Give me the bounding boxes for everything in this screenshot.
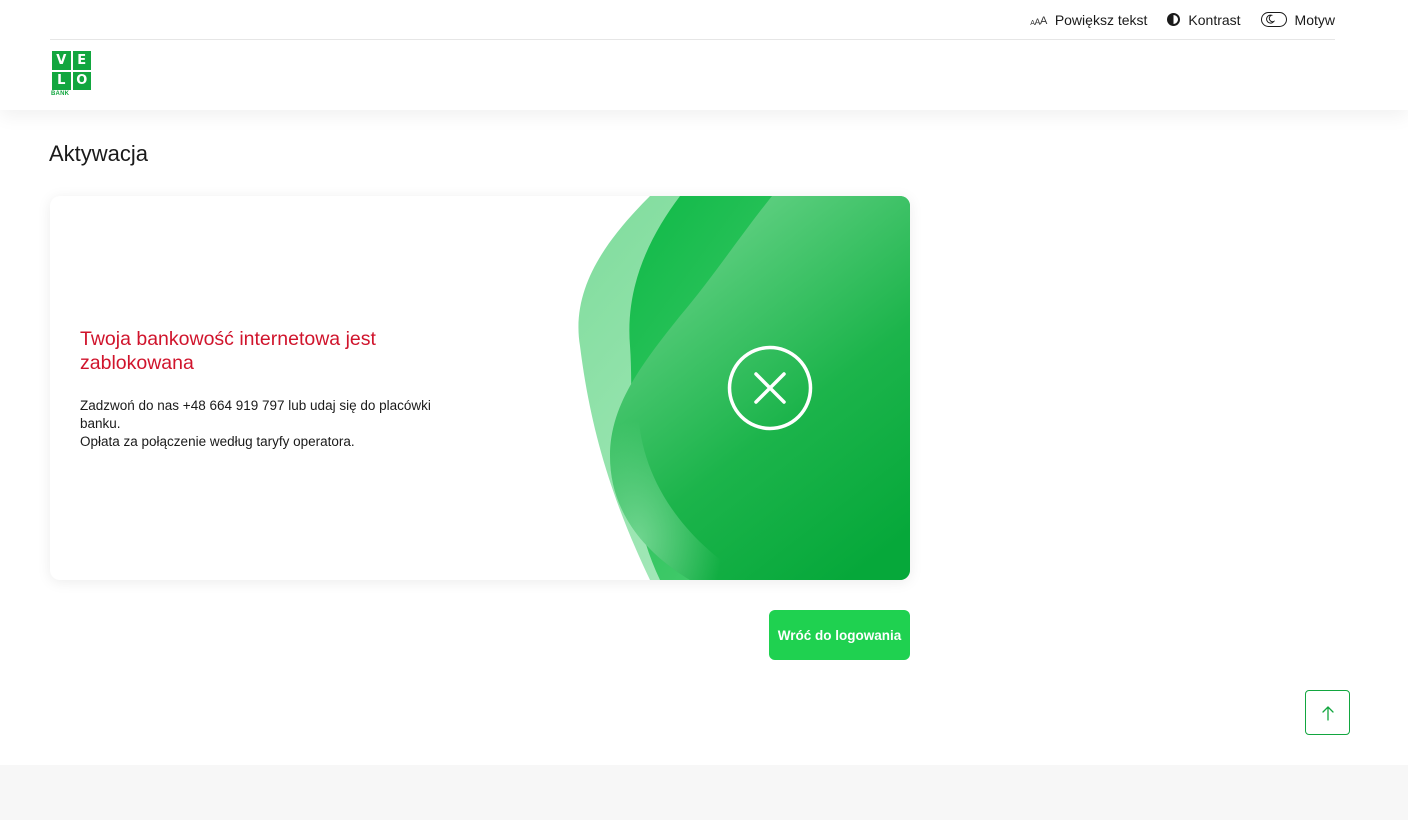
- logo-letter: O: [72, 71, 91, 90]
- enlarge-text-label: Powiększ tekst: [1054, 11, 1148, 28]
- blocked-description: Zadzwoń do nas +48 664 919 797 lub udaj …: [80, 397, 460, 451]
- contact-instructions: Zadzwoń do nas +48 664 919 797 lub udaj …: [80, 398, 431, 431]
- back-to-login-button[interactable]: Wróć do logowania: [769, 610, 910, 660]
- page-footer: [0, 765, 1408, 820]
- theme-toggle[interactable]: Motyw: [1260, 3, 1335, 37]
- page-title: Aktywacja: [49, 141, 149, 166]
- card-message: Twoja bankowość internetowa jest zabloko…: [80, 327, 460, 451]
- main-content: Aktywacja Twoja bankowość internetowa je…: [0, 110, 1408, 765]
- logo-letter: V: [52, 51, 71, 70]
- blocked-title: Twoja bankowość internetowa jest zabloko…: [80, 328, 376, 374]
- enlarge-text-button[interactable]: AAA Powiększ tekst: [1030, 3, 1147, 37]
- blocked-status-card: Twoja bankowość internetowa jest zabloko…: [50, 196, 910, 580]
- logo-letter: E: [72, 51, 91, 70]
- text-size-icon: AAA: [1030, 14, 1047, 27]
- theme-label: Motyw: [1294, 11, 1335, 28]
- velo-bank-logo[interactable]: V E L O BANK: [50, 49, 93, 100]
- scroll-to-top-button[interactable]: [1305, 690, 1350, 735]
- moon-toggle-icon: [1260, 12, 1287, 27]
- contrast-button[interactable]: Kontrast: [1167, 3, 1241, 37]
- logo-wordmark: BANK: [51, 91, 70, 97]
- arrow-up-icon: [1321, 705, 1334, 721]
- call-fee-note: Opłata za połączenie według taryfy opera…: [80, 434, 355, 449]
- close-circle-icon: [727, 345, 813, 431]
- contrast-label: Kontrast: [1188, 11, 1241, 28]
- logo-letter: L: [52, 71, 71, 90]
- logo-mark: V E L O: [50, 49, 93, 92]
- accessibility-toolbar: AAA Powiększ tekst Kontrast Motyw: [50, 0, 1335, 40]
- contrast-icon: [1167, 13, 1181, 26]
- site-header: AAA Powiększ tekst Kontrast Motyw V E L …: [0, 0, 1408, 110]
